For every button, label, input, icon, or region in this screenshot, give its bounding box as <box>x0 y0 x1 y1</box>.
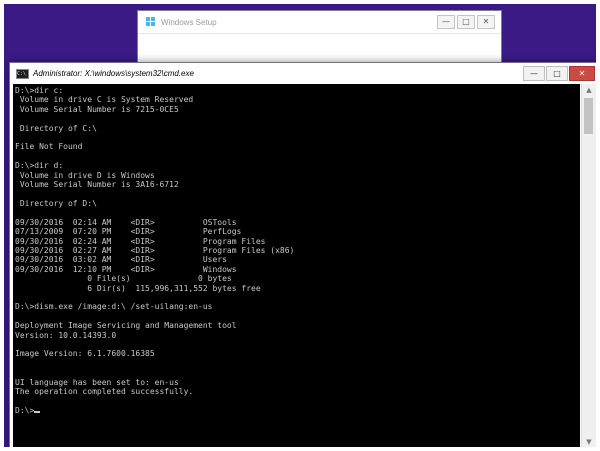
setup-window-controls: — □ ✕ <box>437 15 495 29</box>
console-line: D:\>dir d: <box>15 161 64 171</box>
command-prompt-window[interactable]: C:\ Administrator: X:\windows\system32\c… <box>9 62 596 447</box>
cmd-titlebar[interactable]: C:\ Administrator: X:\windows\system32\c… <box>10 63 596 84</box>
console-line: UI language has been set to: en-us <box>15 377 179 387</box>
cmd-window-controls: — □ ✕ <box>523 66 595 81</box>
cmd-maximize-button[interactable]: □ <box>546 66 568 81</box>
windows-logo-icon <box>146 17 156 27</box>
setup-close-button[interactable]: ✕ <box>477 15 495 29</box>
console-line: File Not Found <box>15 142 83 152</box>
console-line: 09/30/2016 02:27 AM <DIR> Program Files … <box>15 245 295 255</box>
console-line: 09/30/2016 02:14 AM <DIR> OSTools <box>15 217 237 227</box>
cmd-close-button[interactable]: ✕ <box>569 66 595 81</box>
console-output[interactable]: D:\>dir c: Volume in drive C is System R… <box>13 84 580 447</box>
console-line: 0 File(s) 0 bytes <box>15 274 232 284</box>
cmd-window-title: Administrator: X:\windows\system32\cmd.e… <box>33 69 194 78</box>
console-line: Directory of C:\ <box>15 123 97 133</box>
scrollbar-thumb[interactable] <box>584 98 593 134</box>
setup-window-title: Windows Setup <box>161 17 217 27</box>
text-cursor <box>34 410 41 413</box>
console-line: 09/30/2016 12:10 PM <DIR> Windows <box>15 264 237 274</box>
console-line: Version: 10.0.14393.0 <box>15 330 117 340</box>
setup-minimize-button[interactable]: — <box>437 15 455 29</box>
console-line: Deployment Image Servicing and Managemen… <box>15 321 237 331</box>
scroll-up-arrow-icon[interactable]: ▲ <box>582 84 596 96</box>
vertical-scrollbar[interactable]: ▲ ▼ <box>581 84 596 447</box>
console-line: 09/30/2016 03:02 AM <DIR> Users <box>15 255 227 265</box>
console-line: D:\>dism.exe /image:d:\ /set-uilang:en-u… <box>15 302 213 312</box>
console-line: The operation completed successfully. <box>15 387 194 396</box>
console-line: 6 Dir(s) 115,996,311,552 bytes free <box>15 283 261 293</box>
console-line: 07/13/2009 07:20 PM <DIR> PerfLogs <box>15 227 242 237</box>
console-line: Volume Serial Number is 3A16-6712 <box>15 180 179 190</box>
console-text: D:\>dir c: Volume in drive C is System R… <box>13 84 580 415</box>
console-line: D:\>dir c: <box>15 86 64 95</box>
console-line: Volume in drive D is Windows <box>15 170 155 180</box>
console-line: Volume Serial Number is 7215-0CE5 <box>15 104 179 114</box>
scroll-down-arrow-icon[interactable]: ▼ <box>582 436 596 447</box>
console-line: 09/30/2016 02:24 AM <DIR> Program Files <box>15 236 266 246</box>
setup-maximize-button[interactable]: □ <box>457 15 475 29</box>
cmd-minimize-button[interactable]: — <box>523 66 545 81</box>
cmd-app-icon: C:\ <box>16 68 29 79</box>
console-line: Directory of D:\ <box>15 198 97 208</box>
console-line: Image Version: 6.1.7600.16385 <box>15 349 155 359</box>
setup-titlebar[interactable]: Windows Setup — □ ✕ <box>138 11 501 34</box>
desktop-background: Windows Setup — □ ✕ C:\ Administrator: X… <box>4 4 596 447</box>
console-prompt[interactable]: D:\> <box>15 406 34 415</box>
console-line: Volume in drive C is System Reserved <box>15 95 194 105</box>
